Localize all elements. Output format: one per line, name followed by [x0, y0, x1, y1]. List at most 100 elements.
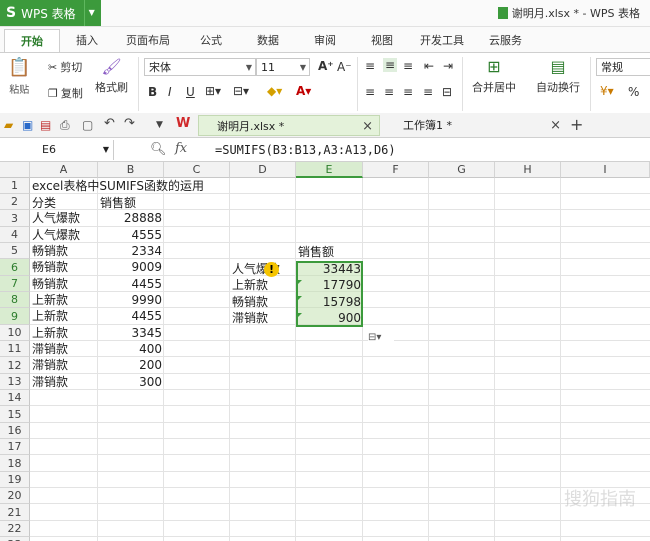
- cell-e6[interactable]: 33443: [296, 261, 363, 277]
- row-header[interactable]: 1: [0, 178, 30, 194]
- column-header-c[interactable]: C: [164, 162, 230, 178]
- cell-b2[interactable]: 销售额: [98, 195, 138, 211]
- column-header-e[interactable]: E: [296, 162, 363, 178]
- row-header[interactable]: 2: [0, 194, 30, 210]
- tab-developer[interactable]: 开发工具: [420, 32, 464, 48]
- save-icon[interactable]: ▣: [22, 118, 34, 132]
- paste-options-icon[interactable]: ⊟▾: [368, 332, 394, 347]
- cell-sales[interactable]: 28888: [98, 210, 164, 226]
- cell-e9[interactable]: 900: [296, 310, 363, 326]
- row-header[interactable]: 19: [0, 472, 30, 488]
- cell-sales[interactable]: 4455: [98, 276, 164, 292]
- name-box[interactable]: E6 ▼: [2, 140, 114, 160]
- zoom-icon[interactable]: 🔍︎: [150, 142, 167, 157]
- underline-button[interactable]: U: [186, 85, 195, 99]
- print-preview-icon[interactable]: ▢: [82, 118, 94, 132]
- cell-d9[interactable]: 滞销款: [230, 310, 270, 326]
- indent-increase-icon[interactable]: ⇥: [443, 59, 453, 73]
- select-all-corner[interactable]: [0, 162, 30, 178]
- font-color-icon[interactable]: A▾: [296, 84, 311, 98]
- borders-icon[interactable]: ⊞▾: [205, 84, 221, 98]
- tab-data[interactable]: 数据: [257, 32, 279, 48]
- row-header[interactable]: 14: [0, 390, 30, 406]
- app-menu-button[interactable]: S WPS 表格 ▼: [0, 0, 101, 26]
- row-header[interactable]: 17: [0, 439, 30, 455]
- cell-sales[interactable]: 200: [98, 357, 164, 373]
- row-header[interactable]: 12: [0, 357, 30, 374]
- cut-button[interactable]: ✂ 剪切: [48, 59, 82, 75]
- fill-color-icon[interactable]: ◆▾: [267, 84, 282, 98]
- align-center-icon[interactable]: ≡: [384, 85, 394, 99]
- wps-w-icon[interactable]: W: [176, 116, 190, 131]
- row-header[interactable]: 4: [0, 227, 30, 243]
- align-left-icon[interactable]: ≡: [365, 85, 375, 99]
- distributed-icon[interactable]: ⊟: [442, 85, 452, 99]
- cell-e8[interactable]: 15798: [296, 294, 363, 310]
- chevron-down-icon[interactable]: ▼: [156, 120, 168, 132]
- tab-formulas[interactable]: 公式: [200, 32, 222, 48]
- undo-icon[interactable]: ↶: [104, 116, 116, 131]
- tab-page-layout[interactable]: 页面布局: [126, 32, 170, 48]
- redo-icon[interactable]: ↷: [124, 116, 136, 131]
- row-header[interactable]: 18: [0, 455, 30, 472]
- cell-e7[interactable]: 17790: [296, 277, 363, 293]
- cell-sales[interactable]: 4455: [98, 308, 164, 324]
- column-header-g[interactable]: G: [429, 162, 495, 178]
- row-header[interactable]: 6: [0, 259, 30, 276]
- merge-center-button[interactable]: ⊞ 合并居中: [472, 57, 516, 95]
- align-bottom-icon[interactable]: ≡: [403, 59, 413, 73]
- warning-icon[interactable]: !: [264, 262, 279, 277]
- cell-sales[interactable]: 300: [98, 374, 164, 390]
- row-header[interactable]: 3: [0, 210, 30, 227]
- increase-font-icon[interactable]: A⁺: [318, 59, 334, 73]
- cell-category[interactable]: 上新款: [30, 308, 70, 324]
- row-header[interactable]: 20: [0, 488, 30, 504]
- currency-icon[interactable]: ¥▾: [600, 84, 614, 98]
- row-header[interactable]: 10: [0, 325, 30, 341]
- indent-decrease-icon[interactable]: ⇤: [424, 59, 434, 73]
- align-right-icon[interactable]: ≡: [403, 85, 413, 99]
- cell-sales[interactable]: 3345: [98, 325, 164, 341]
- row-header[interactable]: 13: [0, 374, 30, 390]
- cell-category[interactable]: 滞销款: [30, 374, 70, 390]
- cell-category[interactable]: 滞销款: [30, 341, 70, 357]
- cell-a2[interactable]: 分类: [30, 195, 58, 211]
- row-header[interactable]: 22: [0, 521, 30, 537]
- tab-review[interactable]: 审阅: [314, 32, 336, 48]
- justify-icon[interactable]: ≡: [423, 85, 433, 99]
- close-icon[interactable]: ×: [362, 116, 373, 137]
- cell-sales[interactable]: 9009: [98, 259, 164, 275]
- tab-cloud[interactable]: 云服务: [489, 32, 522, 48]
- paste-button[interactable]: 📋 粘贴: [8, 57, 30, 96]
- font-name-select[interactable]: 宋体 ▼: [144, 58, 256, 76]
- row-header[interactable]: 5: [0, 243, 30, 259]
- align-top-icon[interactable]: ≡: [365, 59, 375, 73]
- cell-category[interactable]: 人气爆款: [30, 227, 82, 243]
- new-tab-plus-icon[interactable]: +: [570, 115, 583, 134]
- row-header[interactable]: 7: [0, 276, 30, 292]
- row-header[interactable]: 21: [0, 504, 30, 521]
- spreadsheet-grid[interactable]: A B C D E F G H I 1 2 3 4 5 6 7 8 9 10 11 12 13 14 15 1…: [0, 162, 650, 541]
- percent-button[interactable]: %: [628, 85, 639, 99]
- tab-home[interactable]: 开始: [4, 29, 60, 53]
- italic-button[interactable]: I: [168, 85, 172, 99]
- cell-style-icon[interactable]: ⊟▾: [233, 84, 249, 98]
- cell-category[interactable]: 滞销款: [30, 357, 70, 373]
- cell-sales[interactable]: 2334: [98, 243, 164, 259]
- cell-a1[interactable]: excel表格中SUMIFS函数的运用: [30, 178, 206, 194]
- row-header[interactable]: 11: [0, 341, 30, 357]
- column-header-h[interactable]: H: [495, 162, 561, 178]
- column-header-b[interactable]: B: [98, 162, 164, 178]
- column-header-d[interactable]: D: [230, 162, 296, 178]
- copy-button[interactable]: ❐ 复制: [48, 85, 83, 101]
- cell-category[interactable]: 人气爆款: [30, 210, 82, 226]
- doc-tab[interactable]: 工作簿1 * ×: [385, 115, 567, 136]
- column-header-i[interactable]: I: [561, 162, 650, 178]
- cell-category[interactable]: 上新款: [30, 292, 70, 308]
- fx-button[interactable]: fx: [175, 141, 187, 156]
- cell-e5[interactable]: 销售额: [296, 244, 336, 260]
- export-pdf-icon[interactable]: ▤: [40, 118, 52, 132]
- font-size-select[interactable]: 11 ▼: [256, 58, 310, 76]
- doc-tab-active[interactable]: 谢明月.xlsx * ×: [198, 115, 380, 136]
- cell-category[interactable]: 畅销款: [30, 259, 70, 275]
